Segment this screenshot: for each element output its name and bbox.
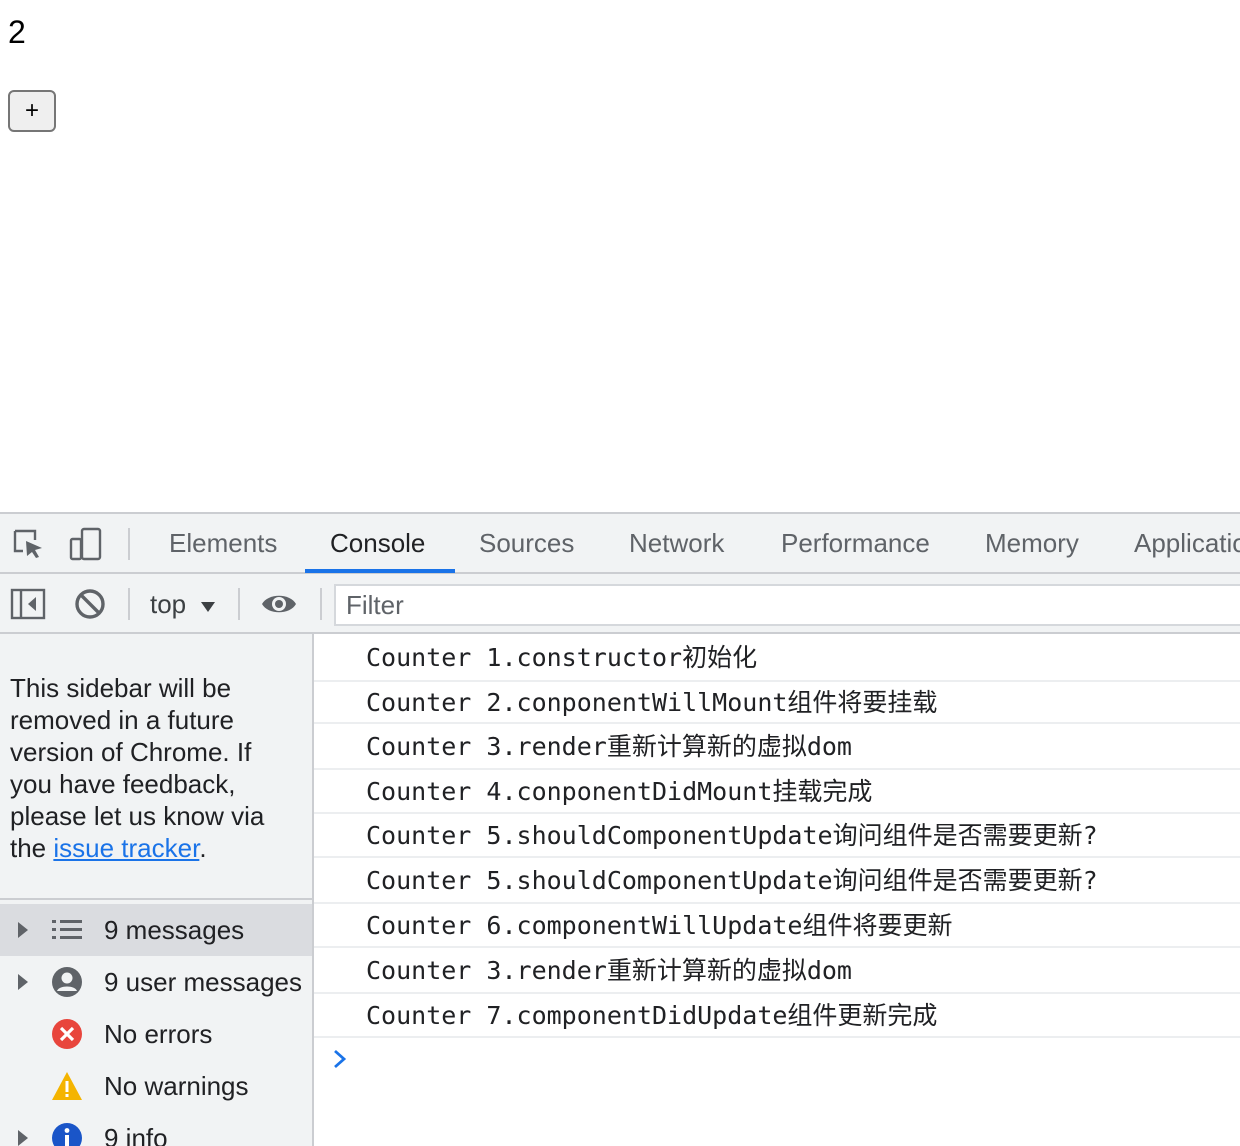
console-toolbar: top Filter — [0, 574, 1240, 634]
console-sidebar: This sidebar will be removed in a future… — [0, 634, 314, 1146]
app-page: 2 + — [0, 0, 1240, 512]
toolbar-divider — [128, 528, 130, 560]
console-prompt-icon[interactable] — [332, 1048, 350, 1070]
list-icon — [50, 913, 84, 947]
context-selector-label: top — [150, 588, 187, 619]
sidebar-item-messages[interactable]: 9 messages — [0, 904, 312, 956]
toolbar-divider — [320, 588, 322, 620]
tab-memory[interactable]: Memory — [985, 514, 1079, 572]
sidebar-item-warnings[interactable]: No warnings — [0, 1060, 312, 1112]
console-output: Counter 1.constructor初始化 Counter 2.conpo… — [314, 634, 1240, 1146]
console-message: Counter 5.shouldComponentUpdate询问组件是否需要更… — [314, 858, 1240, 904]
sidebar-note-end: . — [199, 833, 207, 863]
dropdown-arrow-icon — [200, 589, 216, 620]
console-message: Counter 1.constructor初始化 — [314, 634, 1240, 682]
tab-network[interactable]: Network — [629, 514, 724, 572]
sidebar-item-label: No warnings — [104, 1070, 249, 1101]
console-message: Counter 3.render重新计算新的虚拟dom — [314, 948, 1240, 994]
error-icon — [50, 1017, 84, 1051]
active-tab-indicator — [305, 569, 455, 573]
console-message: Counter 7.componentDidUpdate组件更新完成 — [314, 994, 1240, 1038]
warning-icon — [50, 1069, 84, 1103]
tab-application[interactable]: Applicatio — [1134, 514, 1240, 572]
expand-arrow-icon[interactable] — [16, 1128, 30, 1146]
show-sidebar-icon[interactable] — [10, 586, 46, 622]
inspect-element-icon[interactable] — [10, 526, 46, 562]
sidebar-item-label: No errors — [104, 1018, 213, 1049]
expand-arrow-icon[interactable] — [16, 972, 30, 992]
device-toolbar-icon[interactable] — [68, 526, 104, 562]
issue-tracker-link[interactable]: issue tracker — [53, 833, 199, 863]
sidebar-item-label: 9 user messages — [104, 966, 302, 997]
tab-console[interactable]: Console — [330, 514, 425, 572]
toolbar-divider — [128, 588, 130, 620]
sidebar-item-label: 9 info — [104, 1122, 168, 1146]
console-message: Counter 4.conponentDidMount挂载完成 — [314, 770, 1240, 814]
console-message: Counter 3.render重新计算新的虚拟dom — [314, 724, 1240, 770]
tab-sources[interactable]: Sources — [479, 514, 574, 572]
toolbar-divider — [238, 588, 240, 620]
filter-input[interactable]: Filter — [334, 584, 1240, 626]
tab-performance[interactable]: Performance — [781, 514, 930, 572]
sidebar-item-user-messages[interactable]: 9 user messages — [0, 956, 312, 1008]
sidebar-deprecation-note: This sidebar will be removed in a future… — [10, 672, 300, 864]
sidebar-item-label: 9 messages — [104, 914, 245, 945]
clear-console-icon[interactable] — [72, 586, 108, 622]
live-expression-eye-icon[interactable] — [260, 586, 298, 622]
counter-value: 2 — [8, 14, 26, 50]
console-message: Counter 5.shouldComponentUpdate询问组件是否需要更… — [314, 814, 1240, 858]
devtools-tabbar: Elements Console Sources Network Perform… — [0, 514, 1240, 574]
sidebar-item-errors[interactable]: No errors — [0, 1008, 312, 1060]
tab-elements[interactable]: Elements — [169, 514, 277, 572]
sidebar-item-info[interactable]: 9 info — [0, 1112, 312, 1146]
expand-arrow-icon[interactable] — [16, 920, 30, 940]
sidebar-divider — [0, 898, 312, 900]
context-selector[interactable]: top — [150, 584, 216, 624]
console-message: Counter 6.componentWillUpdate组件将要更新 — [314, 904, 1240, 948]
devtools-panel: Elements Console Sources Network Perform… — [0, 512, 1240, 1146]
info-icon — [50, 1121, 84, 1146]
console-message: Counter 2.conponentWillMount组件将要挂载 — [314, 682, 1240, 724]
user-icon — [50, 965, 84, 999]
increment-button[interactable]: + — [8, 90, 56, 132]
